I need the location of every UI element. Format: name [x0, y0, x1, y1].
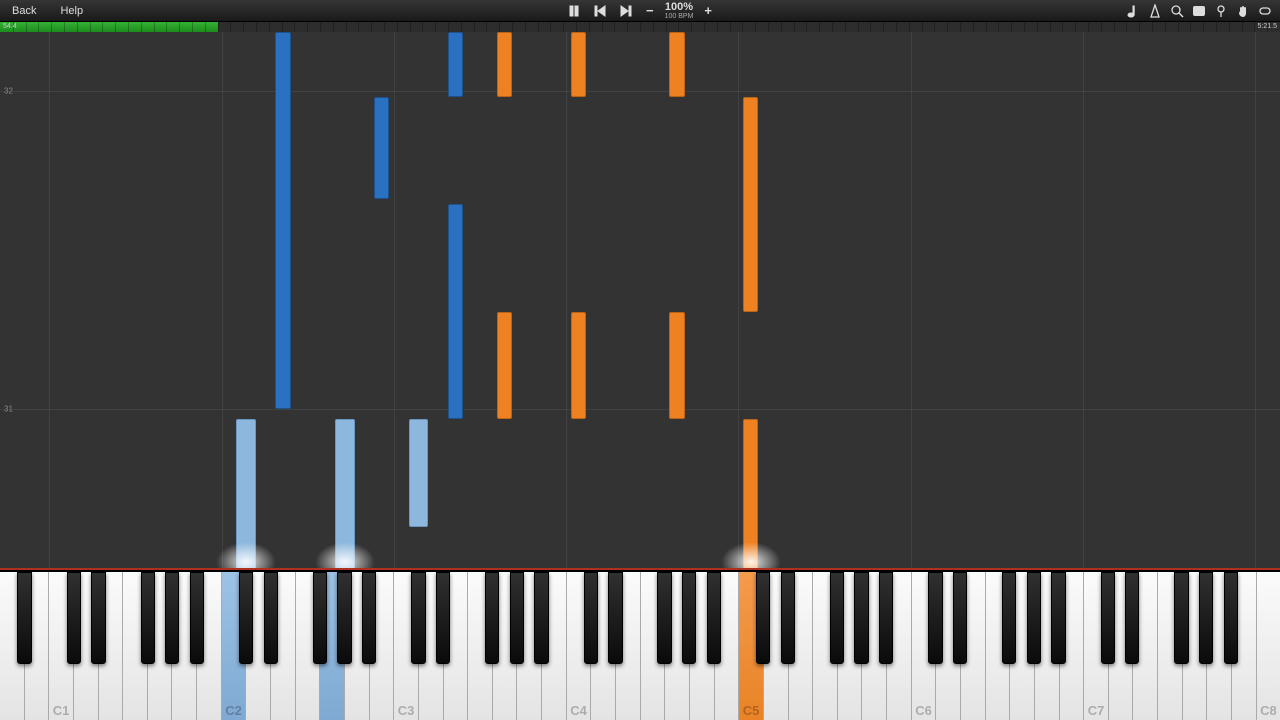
key-label: C3	[394, 703, 418, 718]
black-key[interactable]	[165, 572, 179, 664]
black-key[interactable]	[141, 572, 155, 664]
black-key[interactable]	[313, 572, 327, 664]
black-key[interactable]	[584, 572, 598, 664]
falling-note	[409, 419, 429, 527]
black-key[interactable]	[264, 572, 278, 664]
transport-controls: − 100% 100 BPM +	[565, 2, 715, 20]
falling-note	[448, 204, 463, 419]
note-roll[interactable]: 32 31	[0, 32, 1280, 570]
falling-note	[669, 312, 684, 420]
falling-note	[335, 419, 355, 570]
labels-icon[interactable]: La	[1190, 2, 1208, 20]
black-key[interactable]	[1101, 572, 1115, 664]
black-key[interactable]	[879, 572, 893, 664]
hit-line	[0, 568, 1280, 570]
time-current: 54.4	[0, 22, 20, 32]
pause-icon[interactable]	[565, 2, 583, 20]
black-key[interactable]	[67, 572, 81, 664]
menu-left: Back Help	[0, 0, 95, 22]
progress-ticks	[0, 22, 1280, 32]
falling-note	[448, 32, 463, 97]
help-button[interactable]: Help	[48, 0, 95, 22]
black-key[interactable]	[362, 572, 376, 664]
black-key[interactable]	[707, 572, 721, 664]
loop-icon[interactable]	[1256, 2, 1274, 20]
falling-note	[374, 97, 389, 199]
black-key[interactable]	[756, 572, 770, 664]
metronome-icon[interactable]	[1146, 2, 1164, 20]
black-key[interactable]	[854, 572, 868, 664]
black-key[interactable]	[657, 572, 671, 664]
toolbar-right: La	[1124, 2, 1274, 20]
black-key[interactable]	[239, 572, 253, 664]
key-label: C2	[222, 703, 246, 718]
falling-note	[497, 32, 512, 97]
measure-label: 32	[4, 87, 13, 96]
key-label: C8	[1257, 703, 1280, 718]
black-key[interactable]	[1027, 572, 1041, 664]
falling-note	[497, 312, 512, 420]
black-key[interactable]	[1125, 572, 1139, 664]
time-total: 5:21.5	[1255, 22, 1280, 32]
black-key[interactable]	[682, 572, 696, 664]
measure-label: 31	[4, 404, 13, 413]
speed-percent: 100%	[665, 2, 693, 13]
black-key[interactable]	[510, 572, 524, 664]
black-key[interactable]	[830, 572, 844, 664]
falling-note	[669, 32, 684, 97]
menubar: Back Help − 100% 100 BPM + La	[0, 0, 1280, 22]
prev-icon[interactable]	[591, 2, 609, 20]
black-key[interactable]	[485, 572, 499, 664]
falling-note	[275, 32, 290, 409]
key-label: C7	[1084, 703, 1108, 718]
speed-bpm: 100 BPM	[665, 13, 694, 20]
speed-plus-button[interactable]: +	[701, 3, 715, 18]
black-key[interactable]	[781, 572, 795, 664]
black-key[interactable]	[534, 572, 548, 664]
piano-keyboard[interactable]: C1 C2 C3 C4 C5 C6 C7 C8	[0, 570, 1280, 720]
bookmark-icon[interactable]	[1212, 2, 1230, 20]
white-key[interactable]: C8	[1257, 572, 1280, 720]
falling-note	[571, 312, 586, 420]
key-label: C4	[567, 703, 591, 718]
black-key[interactable]	[1224, 572, 1238, 664]
falling-note	[743, 97, 758, 312]
zoom-icon[interactable]	[1168, 2, 1186, 20]
black-key[interactable]	[1051, 572, 1065, 664]
black-key[interactable]	[190, 572, 204, 664]
black-key[interactable]	[17, 572, 31, 664]
black-key[interactable]	[1199, 572, 1213, 664]
black-key[interactable]	[337, 572, 351, 664]
key-label: C5	[739, 703, 763, 718]
hand-icon[interactable]	[1234, 2, 1252, 20]
falling-note	[571, 32, 586, 97]
back-button[interactable]: Back	[0, 0, 48, 22]
black-key[interactable]	[1174, 572, 1188, 664]
speed-minus-button[interactable]: −	[643, 3, 657, 18]
next-icon[interactable]	[617, 2, 635, 20]
black-key[interactable]	[608, 572, 622, 664]
speed-display: 100% 100 BPM	[665, 2, 694, 20]
note-icon[interactable]	[1124, 2, 1142, 20]
falling-note	[236, 419, 256, 570]
black-key[interactable]	[953, 572, 967, 664]
key-label: C1	[49, 703, 73, 718]
black-key[interactable]	[411, 572, 425, 664]
progress-bar[interactable]: 54.4 5:21.5	[0, 22, 1280, 32]
black-key[interactable]	[436, 572, 450, 664]
black-key[interactable]	[91, 572, 105, 664]
key-label: C6	[912, 703, 936, 718]
black-key[interactable]	[1002, 572, 1016, 664]
svg-text:La: La	[1195, 9, 1203, 16]
falling-note	[743, 419, 758, 570]
black-key[interactable]	[928, 572, 942, 664]
